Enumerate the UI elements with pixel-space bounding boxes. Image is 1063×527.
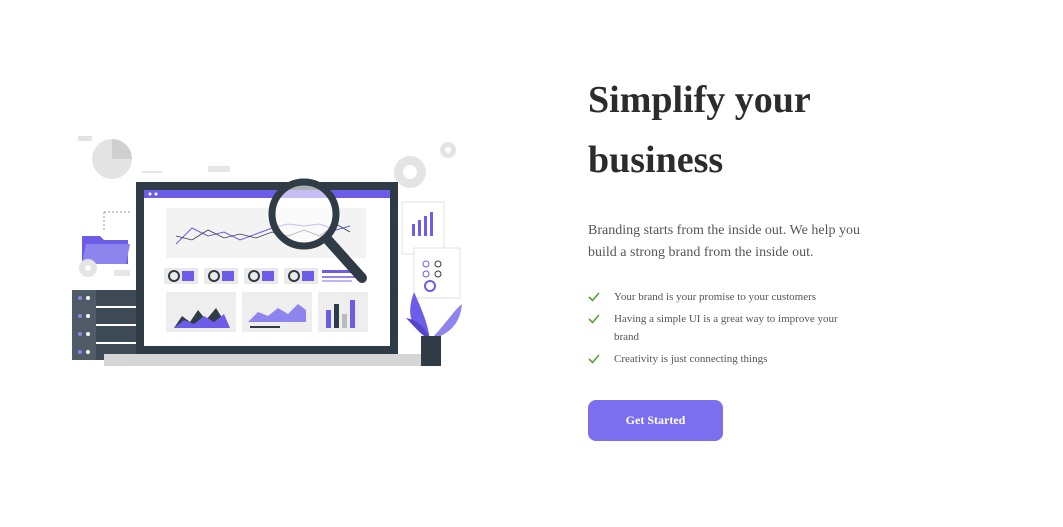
gear-icon: [394, 142, 456, 188]
feature-text: Your brand is your promise to your custo…: [614, 291, 817, 303]
check-icon: [588, 292, 600, 302]
title-line-2: business: [588, 139, 724, 181]
folder-icon: [82, 211, 130, 264]
get-started-button[interactable]: Get Started: [588, 400, 723, 441]
feature-text: Having a simple UI is a great way to imp…: [614, 313, 838, 343]
list-item: Creativity is just connecting things: [588, 350, 858, 368]
feature-text: Creativity is just connecting things: [614, 353, 768, 365]
pie-chart-icon: [78, 136, 132, 179]
check-icon: [588, 354, 600, 364]
check-icon: [588, 314, 600, 324]
title-line-1: Simplify your: [588, 79, 811, 121]
hero-subtitle: Branding starts from the inside out. We …: [588, 223, 860, 260]
page-title: Simplify your business: [588, 70, 988, 190]
report-document-icon: [401, 201, 461, 299]
feature-list: Your brand is your promise to your custo…: [588, 288, 858, 368]
server-rack-icon: [72, 290, 136, 360]
hero-content: Simplify your business Branding starts f…: [588, 70, 988, 441]
analytics-illustration: [70, 128, 465, 373]
list-item: Having a simple UI is a great way to imp…: [588, 310, 858, 346]
list-item: Your brand is your promise to your custo…: [588, 288, 858, 306]
